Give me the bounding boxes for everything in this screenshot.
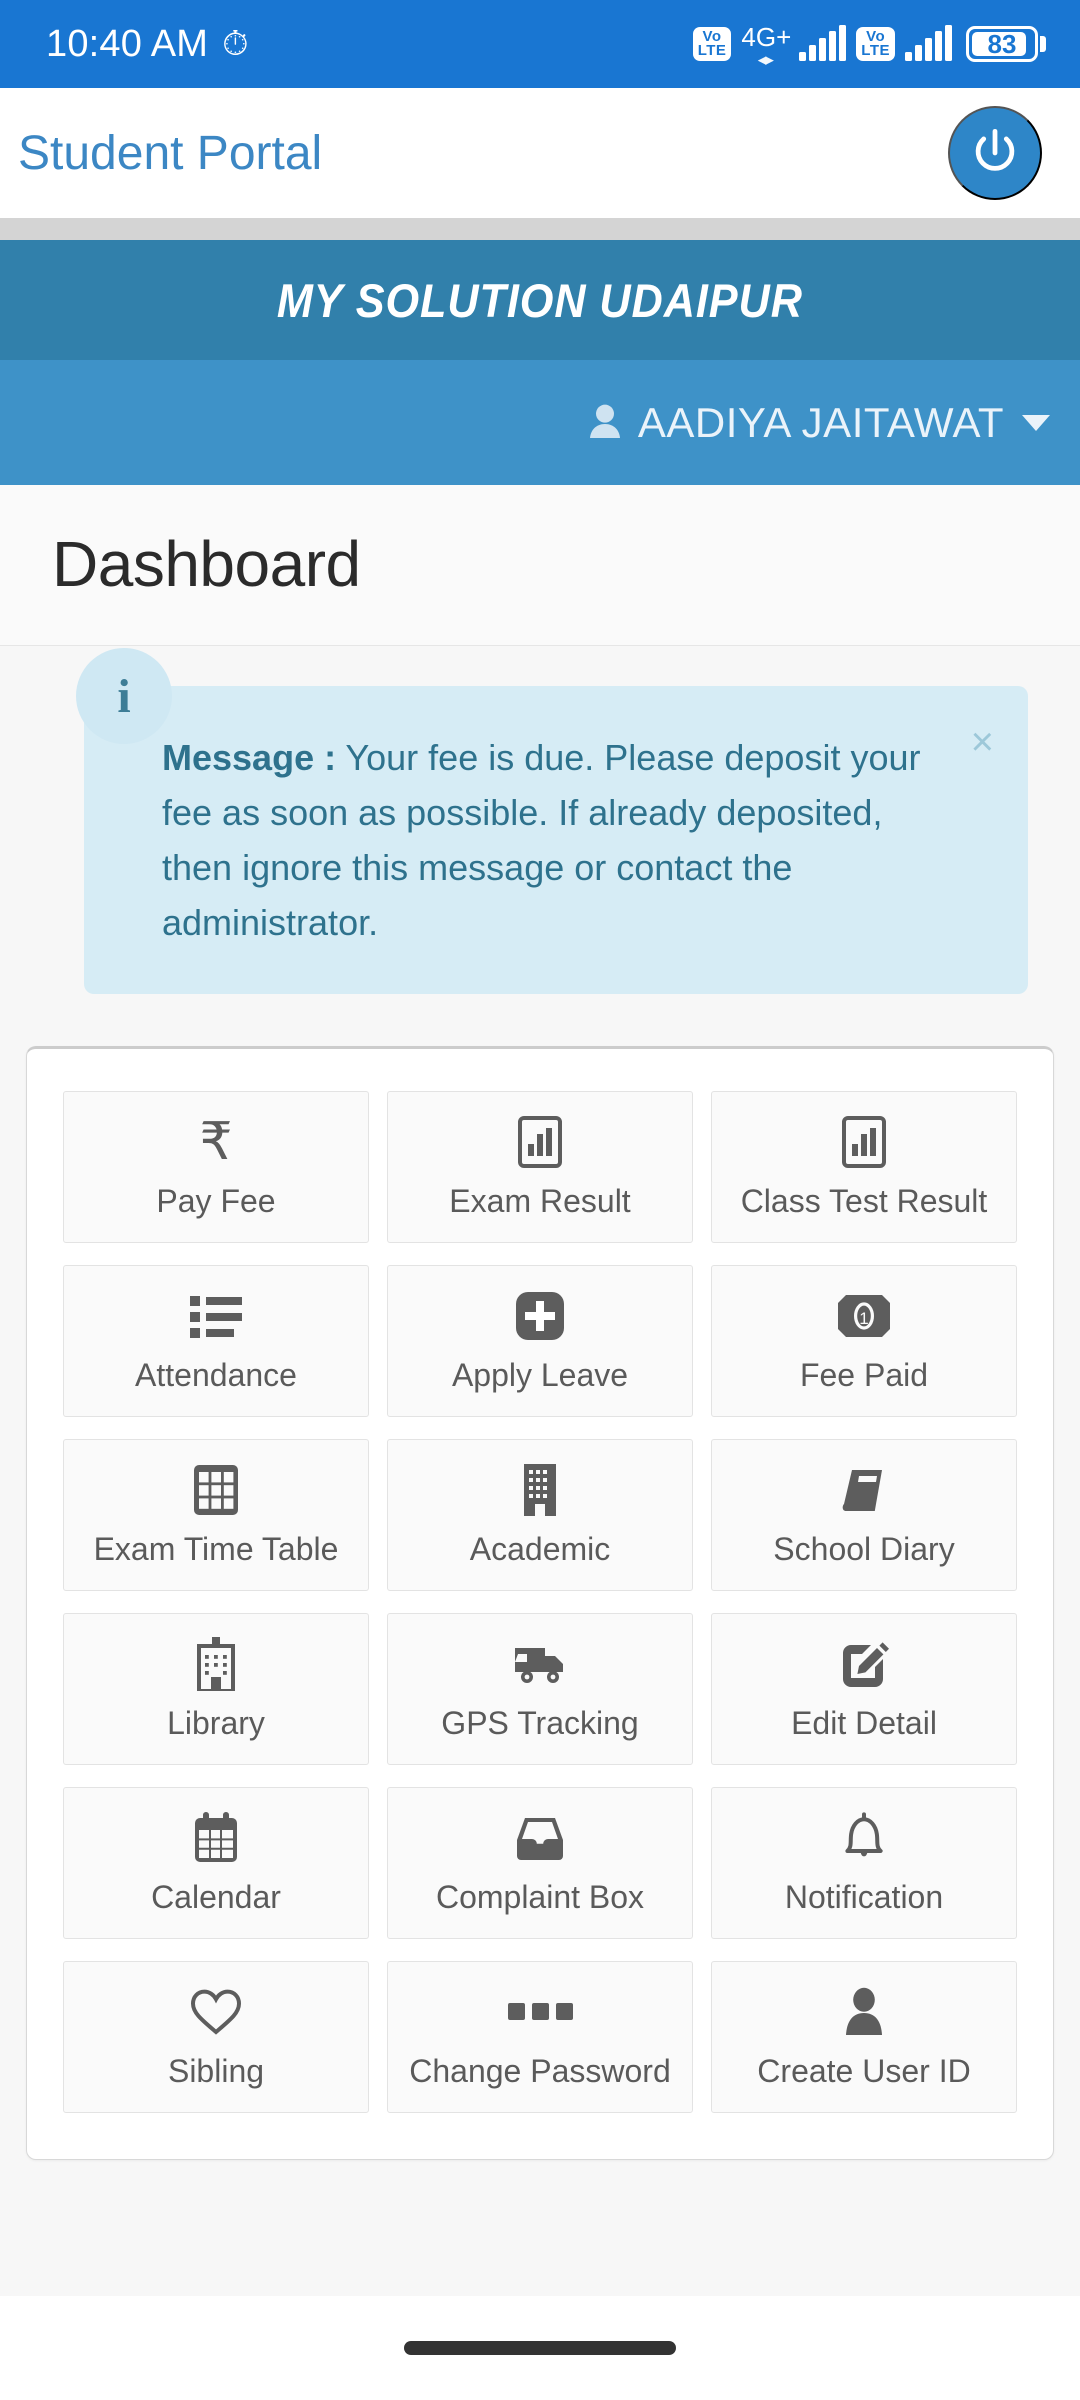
signal-bars-sim2-icon bbox=[905, 25, 952, 61]
tile-class-test-result[interactable]: Class Test Result bbox=[711, 1091, 1017, 1243]
dashboard-card: ₹ Pay Fee Exam Result Class Test Result … bbox=[26, 1046, 1054, 2160]
app-title: Student Portal bbox=[18, 126, 323, 180]
tile-label: Sibling bbox=[167, 2052, 265, 2089]
tile-label: Library bbox=[167, 1704, 265, 1741]
table-grid-icon bbox=[193, 1463, 239, 1517]
dashboard-tile-grid: ₹ Pay Fee Exam Result Class Test Result … bbox=[63, 1091, 1017, 2113]
tile-complaint-box[interactable]: Complaint Box bbox=[387, 1787, 693, 1939]
school-banner: MY SOLUTION UDAIPUR bbox=[0, 240, 1080, 360]
tile-library[interactable]: Library bbox=[63, 1613, 369, 1765]
tile-label: Notification bbox=[784, 1878, 944, 1915]
tile-attendance[interactable]: Attendance bbox=[63, 1265, 369, 1417]
truck-icon bbox=[513, 1637, 567, 1691]
logout-power-button[interactable] bbox=[948, 106, 1042, 200]
status-bar-clock: 10:40 AM bbox=[46, 22, 209, 65]
tile-label: Academic bbox=[469, 1530, 611, 1567]
status-bar: 10:40 AM ⏱ Vo LTE 4G+ ◂▸ Vo LTE 83 bbox=[0, 0, 1080, 88]
tile-exam-time-table[interactable]: Exam Time Table bbox=[63, 1439, 369, 1591]
tile-calendar[interactable]: Calendar bbox=[63, 1787, 369, 1939]
signal-bars-sim1-icon bbox=[799, 25, 847, 61]
tile-exam-result[interactable]: Exam Result bbox=[387, 1091, 693, 1243]
user-bar[interactable]: AADIYA JAITAWAT bbox=[0, 360, 1080, 485]
alert-message-label: Message : bbox=[162, 737, 337, 778]
header-divider bbox=[0, 218, 1080, 240]
bell-icon bbox=[841, 1811, 887, 1865]
fee-due-alert: i × Message : Your fee is due. Please de… bbox=[76, 648, 1028, 994]
calendar-icon bbox=[192, 1811, 240, 1865]
status-bar-left: 10:40 AM ⏱ bbox=[46, 23, 249, 66]
tile-label: Exam Result bbox=[449, 1182, 631, 1219]
tile-edit-detail[interactable]: Edit Detail bbox=[711, 1613, 1017, 1765]
tile-academic[interactable]: Academic bbox=[387, 1439, 693, 1591]
info-icon: i bbox=[76, 648, 172, 744]
tile-label: Pay Fee bbox=[156, 1182, 276, 1219]
tile-label: Apply Leave bbox=[451, 1356, 629, 1393]
page-header: Dashboard bbox=[0, 485, 1080, 646]
heart-icon bbox=[190, 1985, 242, 2039]
plus-square-icon bbox=[516, 1289, 564, 1343]
power-icon bbox=[975, 128, 1015, 171]
tile-notification[interactable]: Notification bbox=[711, 1787, 1017, 1939]
tile-label: Class Test Result bbox=[740, 1182, 988, 1219]
dashboard-card-area: ₹ Pay Fee Exam Result Class Test Result … bbox=[0, 994, 1080, 2296]
tile-label: School Diary bbox=[773, 1530, 955, 1567]
tile-school-diary[interactable]: School Diary bbox=[711, 1439, 1017, 1591]
tile-apply-leave[interactable]: Apply Leave bbox=[387, 1265, 693, 1417]
network-type-label: 4G+ bbox=[741, 21, 792, 52]
ellipsis-icon bbox=[507, 1985, 573, 2039]
bar-chart-icon bbox=[842, 1115, 886, 1169]
page-title: Dashboard bbox=[52, 528, 361, 600]
building-icon bbox=[520, 1463, 560, 1517]
system-nav-bar bbox=[0, 2296, 1080, 2400]
alert-area: i × Message : Your fee is due. Please de… bbox=[0, 646, 1080, 994]
alert-close-button[interactable]: × bbox=[971, 722, 994, 762]
pencil-square-icon bbox=[839, 1637, 889, 1691]
svg-text:1: 1 bbox=[859, 1308, 868, 1327]
list-icon bbox=[190, 1289, 242, 1343]
chevron-down-icon[interactable] bbox=[1022, 414, 1050, 431]
tile-label: GPS Tracking bbox=[441, 1704, 639, 1741]
tile-pay-fee[interactable]: ₹ Pay Fee bbox=[63, 1091, 369, 1243]
tile-change-password[interactable]: Change Password bbox=[387, 1961, 693, 2113]
data-transfer-icon: ◂▸ bbox=[757, 49, 774, 69]
volte-sim1-icon: Vo LTE bbox=[692, 27, 732, 61]
app-bar: Student Portal bbox=[0, 88, 1080, 218]
status-bar-right: Vo LTE 4G+ ◂▸ Vo LTE 83 bbox=[692, 21, 1046, 69]
alert-message: Message : Your fee is due. Please deposi… bbox=[162, 730, 932, 950]
user-name-label: AADIYA JAITAWAT bbox=[637, 398, 1004, 446]
tile-label: Complaint Box bbox=[435, 1878, 645, 1915]
tile-label: Edit Detail bbox=[791, 1704, 937, 1741]
battery-percent-label: 83 bbox=[987, 28, 1017, 59]
tile-fee-paid[interactable]: 1 Fee Paid bbox=[711, 1265, 1017, 1417]
volte-sim2-icon: Vo LTE bbox=[856, 27, 895, 61]
tile-label: Fee Paid bbox=[799, 1356, 929, 1393]
page-content: Dashboard i × Message : Your fee is due.… bbox=[0, 485, 1080, 2296]
network-indicator-sim1: 4G+ ◂▸ bbox=[741, 21, 792, 69]
banknote-icon: 1 bbox=[838, 1289, 890, 1343]
tile-label: Calendar bbox=[151, 1878, 281, 1915]
tile-gps-tracking[interactable]: GPS Tracking bbox=[387, 1613, 693, 1765]
phone-screen: 10:40 AM ⏱ Vo LTE 4G+ ◂▸ Vo LTE 83 Student… bbox=[0, 0, 1080, 2400]
tile-create-user-id[interactable]: Create User ID bbox=[711, 1961, 1017, 2113]
user-icon bbox=[589, 404, 620, 438]
bar-chart-icon bbox=[518, 1115, 562, 1169]
tile-label: Create User ID bbox=[757, 2052, 971, 2089]
tile-label: Attendance bbox=[135, 1356, 297, 1393]
book-icon bbox=[838, 1463, 890, 1517]
school-name: MY SOLUTION UDAIPUR bbox=[277, 273, 803, 327]
tile-label: Change Password bbox=[409, 2052, 671, 2089]
library-building-icon bbox=[195, 1636, 237, 1691]
tile-label: Exam Time Table bbox=[93, 1530, 339, 1567]
home-indicator[interactable] bbox=[404, 2341, 676, 2355]
alarm-icon: ⏱ bbox=[222, 25, 249, 63]
battery-icon: 83 bbox=[966, 26, 1046, 62]
person-icon bbox=[843, 1985, 885, 2039]
rupee-icon: ₹ bbox=[199, 1111, 233, 1172]
inbox-icon bbox=[515, 1811, 565, 1865]
tile-sibling[interactable]: Sibling bbox=[63, 1961, 369, 2113]
